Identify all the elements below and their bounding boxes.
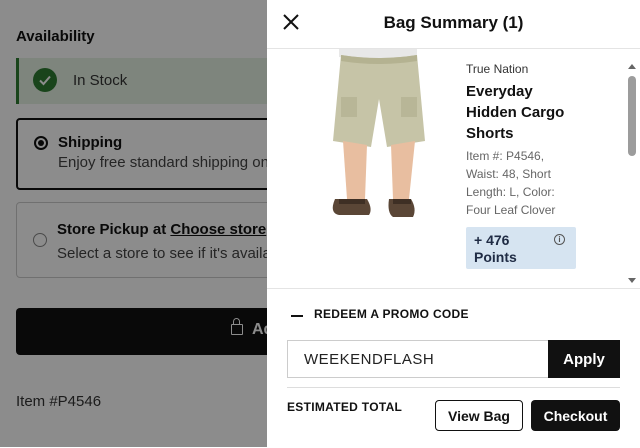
drawer-footer: REDEEM A PROMO CODE Apply ESTIMATED TOTA… [267,288,640,448]
drawer-title: Bag Summary (1) [383,13,524,32]
checkout-button[interactable]: Checkout [531,400,620,431]
product-brand: True Nation [466,62,529,76]
product-details: Item #: P4546, Waist: 48, Short Length: … [466,149,556,217]
scroll-down-arrow-icon[interactable] [628,278,636,283]
promo-code-input[interactable] [287,340,548,378]
scroll-up-arrow-icon[interactable] [628,64,636,69]
view-bag-button[interactable]: View Bag [435,400,523,431]
bag-summary-drawer: Bag Summary (1) True Nation Everyday Hid… [267,0,640,447]
drawer-header: Bag Summary (1) [267,0,640,49]
drawer-scrollbar[interactable] [627,64,637,287]
estimated-total-label: ESTIMATED TOTAL [287,400,403,414]
points-badge: + 476 Points i [466,227,576,269]
product-image[interactable] [313,49,443,231]
modal-overlay[interactable] [0,0,267,447]
scrollbar-thumb[interactable] [628,76,636,156]
divider [287,387,620,388]
minus-icon [291,315,303,317]
bag-item: True Nation Everyday Hidden Cargo Shorts… [267,49,640,287]
promo-code-toggle[interactable]: REDEEM A PROMO CODE [287,307,507,323]
promo-code-label: REDEEM A PROMO CODE [314,307,469,321]
points-text: + 476 Points [474,232,517,265]
product-name[interactable]: Everyday Hidden Cargo Shorts [466,81,576,144]
info-icon[interactable]: i [554,234,565,245]
apply-button[interactable]: Apply [548,340,620,378]
